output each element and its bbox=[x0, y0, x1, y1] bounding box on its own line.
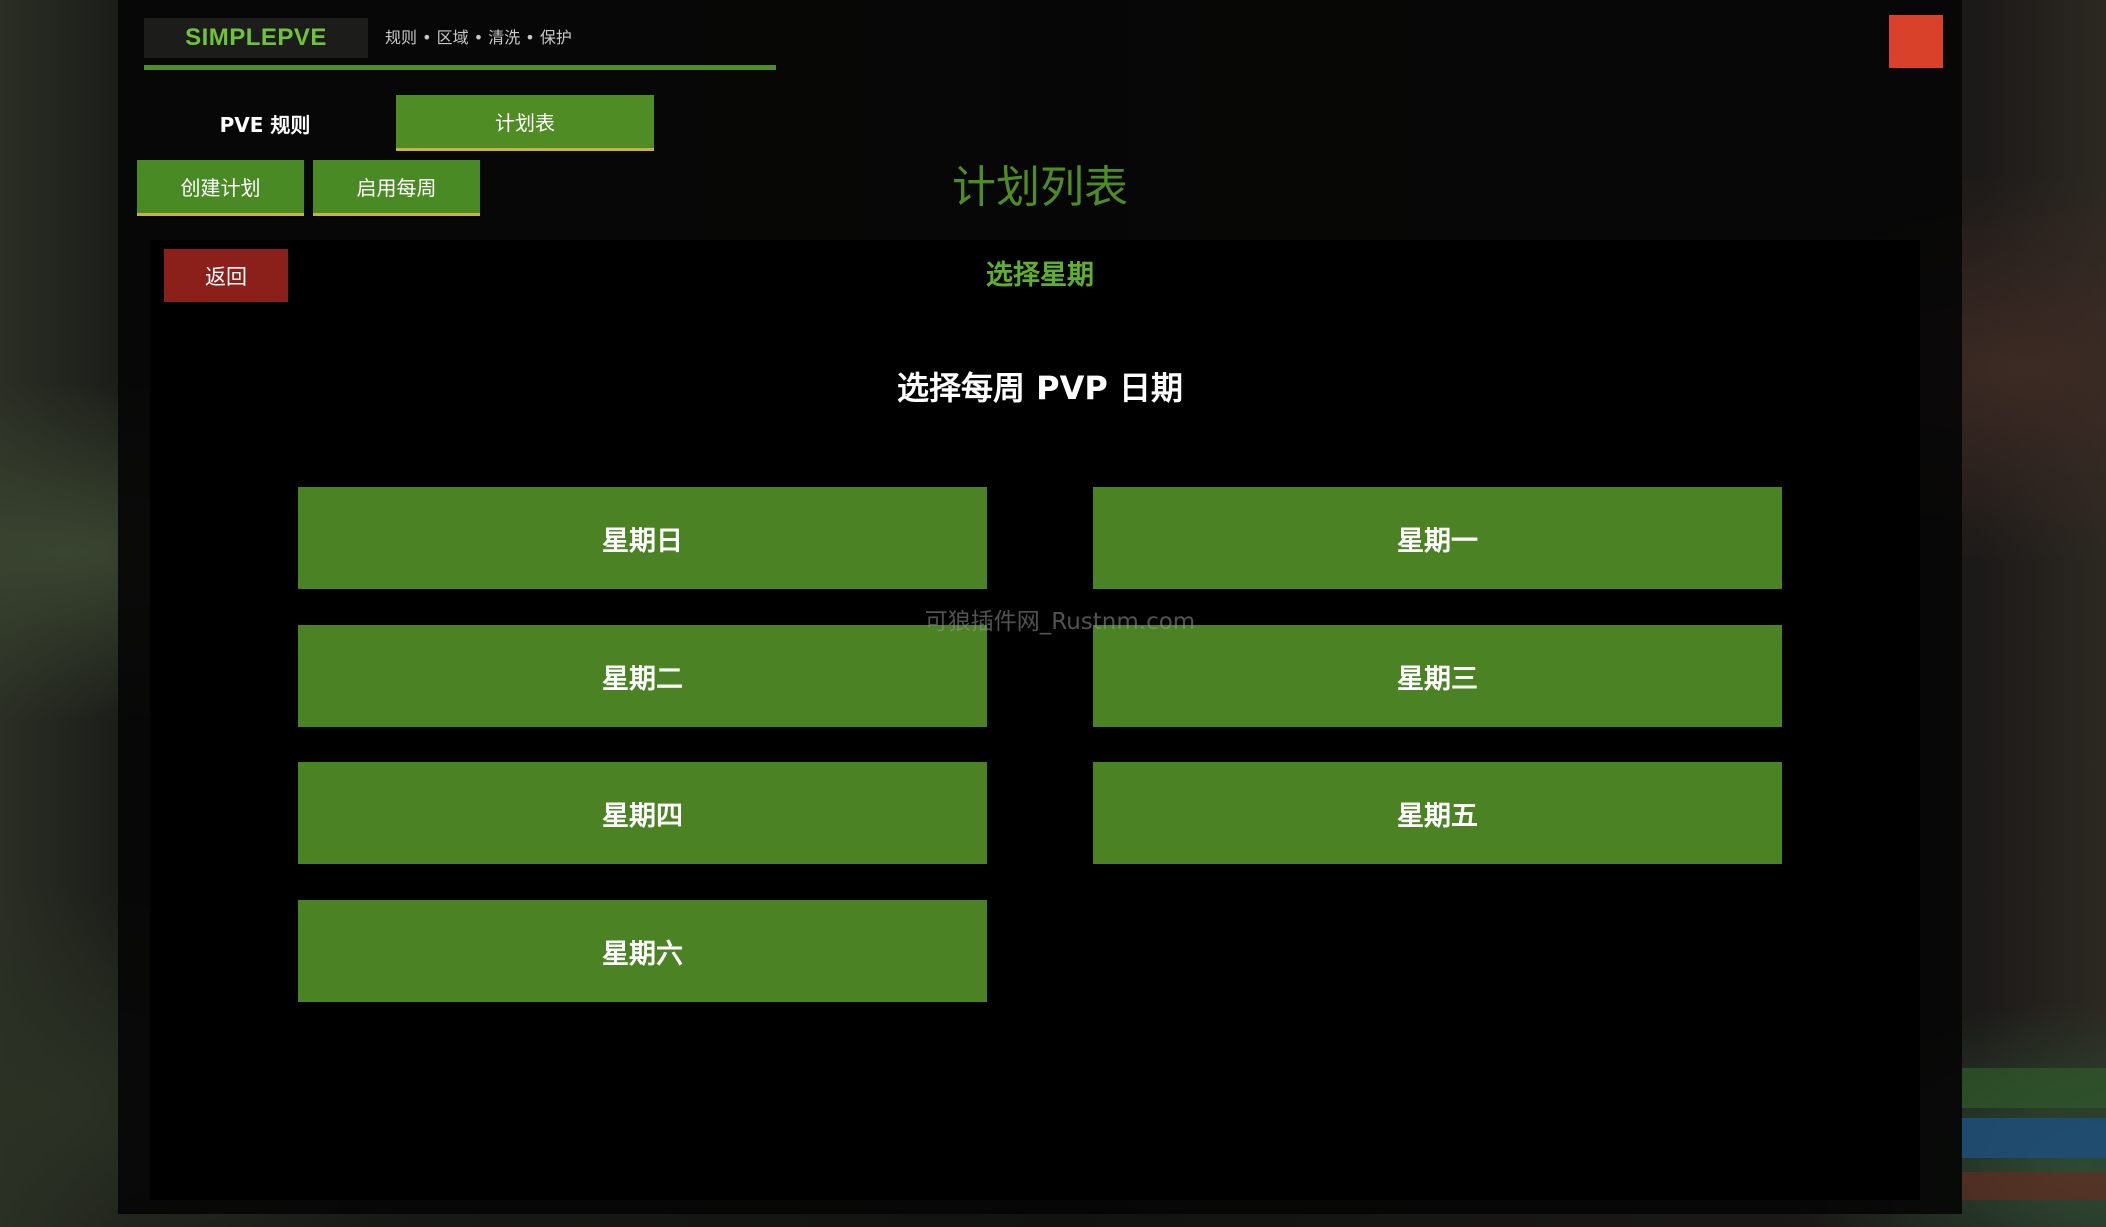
day-button-friday[interactable]: 星期五 bbox=[1093, 762, 1782, 864]
watermark-text: 可狼插件网_Rustnm.com bbox=[924, 609, 1196, 635]
tab-pve-rules[interactable]: PVE 规则 bbox=[150, 95, 380, 151]
brand-logo: SIMPLEPVE bbox=[144, 18, 368, 58]
background-blur-red bbox=[1962, 1172, 2106, 1200]
brand-underline bbox=[144, 65, 776, 70]
day-button-monday[interactable]: 星期一 bbox=[1093, 487, 1782, 589]
day-button-saturday[interactable]: 星期六 bbox=[298, 900, 987, 1002]
back-button[interactable]: 返回 bbox=[164, 249, 288, 302]
section-title: 选择星期 bbox=[986, 260, 1094, 291]
day-button-sunday[interactable]: 星期日 bbox=[298, 487, 987, 589]
create-plan-button[interactable]: 创建计划 bbox=[137, 160, 304, 216]
background-blur-blue bbox=[1962, 1118, 2106, 1158]
day-button-wednesday[interactable]: 星期三 bbox=[1093, 625, 1782, 727]
brand-subtitle: 规则 • 区域 • 清洗 • 保护 bbox=[385, 28, 572, 47]
page-title: 计划列表 bbox=[952, 162, 1128, 213]
day-button-thursday[interactable]: 星期四 bbox=[298, 762, 987, 864]
enable-weekly-button[interactable]: 启用每周 bbox=[313, 160, 480, 216]
day-button-tuesday[interactable]: 星期二 bbox=[298, 625, 987, 727]
background-blur-green bbox=[1962, 1068, 2106, 1108]
tab-schedule[interactable]: 计划表 bbox=[396, 95, 654, 151]
close-icon[interactable] bbox=[1889, 15, 1943, 68]
select-pvp-day-heading: 选择每周 PVP 日期 bbox=[897, 369, 1183, 407]
